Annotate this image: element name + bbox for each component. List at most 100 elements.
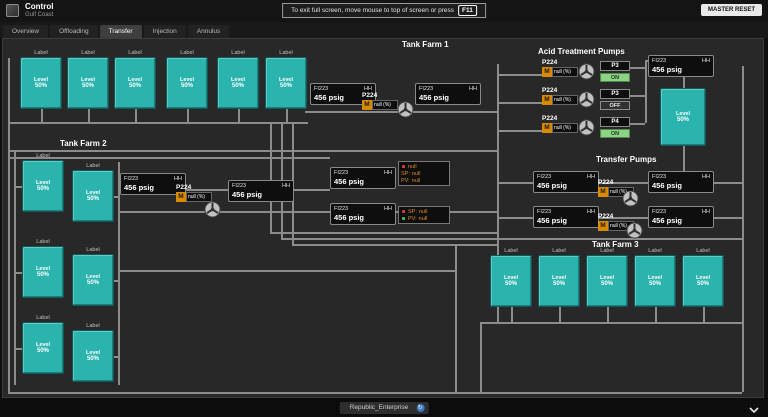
tank-body[interactable]: Level50% [265, 57, 307, 109]
tab-offloading[interactable]: Offloading [50, 25, 98, 38]
tank-body[interactable]: Level50% [67, 57, 109, 109]
tank-body[interactable]: Level50% [660, 88, 706, 146]
tank-body[interactable]: Level50% [217, 57, 259, 109]
pump-icon[interactable] [622, 190, 639, 207]
tank-body[interactable]: Level50% [22, 246, 64, 298]
pressure-indicator-tp2-left[interactable]: FI223 HH 456 psig [533, 206, 599, 228]
tank-body[interactable]: Level50% [166, 57, 208, 109]
pressure-indicator-top-right[interactable]: FI223 HH 456 psig [648, 55, 714, 77]
tab-transfer[interactable]: Transfer [100, 25, 142, 38]
indicator-value: 456 psig [334, 177, 364, 186]
pump-icon[interactable] [626, 222, 643, 239]
f11-key-badge: F11 [458, 5, 477, 16]
indicator-tag: FI223 [537, 209, 551, 215]
pipe [630, 67, 645, 69]
pump-mode-badge[interactable]: M [362, 100, 372, 110]
pump-mode-badge[interactable]: M [542, 67, 552, 77]
route-selector-acid-3[interactable]: P4 [600, 117, 630, 127]
tank-label: Label [20, 50, 62, 57]
pump-readout[interactable]: null (%) [552, 67, 578, 77]
alarm-square-icon [401, 164, 406, 169]
tank-body[interactable]: Level50% [72, 330, 114, 382]
tab-annulus[interactable]: Annulus [188, 25, 230, 38]
pipe [8, 392, 742, 394]
tank-body[interactable]: Level50% [22, 322, 64, 374]
chevron-down-icon[interactable] [748, 402, 760, 417]
tank-body[interactable]: Level50% [22, 160, 64, 212]
pressure-indicator-tp1-right[interactable]: FI223 HH 456 psig [648, 171, 714, 193]
pump-mode-badge[interactable]: M [598, 187, 608, 197]
pump-mode-badge[interactable]: M [542, 95, 552, 105]
setpoint-box-b[interactable]: SP:null PV:null [398, 206, 450, 224]
tank-label: Label [265, 50, 307, 57]
pipe [8, 150, 497, 152]
tank-level-pct: 50% [87, 196, 99, 202]
tank-body[interactable]: Level50% [586, 255, 628, 307]
status-indicator-acid-2[interactable]: OFF [600, 101, 630, 110]
tank-body[interactable]: Level50% [538, 255, 580, 307]
section-title-tank-farm-3: Tank Farm 3 [592, 240, 639, 249]
pump-icon[interactable] [204, 201, 221, 218]
tank-level-pct: 50% [35, 83, 47, 89]
tab-overview[interactable]: Overview [3, 25, 48, 38]
tank-acid-supply: Level50% [660, 88, 706, 146]
pipe [742, 66, 744, 392]
alarm-flag: HH [384, 170, 392, 176]
indicator-value: 456 psig [124, 183, 154, 192]
pump-readout[interactable]: null (%) [552, 95, 578, 105]
tank-label: Label [634, 248, 676, 255]
status-indicator-acid-1[interactable]: ON [600, 73, 630, 82]
setpoint-box-a[interactable]: null SP:null PV:null [398, 161, 450, 186]
tank-body[interactable]: Level50% [72, 254, 114, 306]
pipe [8, 122, 308, 124]
pump-unit-tf1: P224 Mnull (%) [362, 92, 398, 110]
tank-farm3-2: Label Level50% [538, 248, 580, 307]
master-reset-button[interactable]: MASTER RESET [701, 4, 762, 16]
pump-mode-badge[interactable]: M [598, 221, 608, 231]
pipe [645, 60, 647, 123]
pump-readout[interactable]: null (%) [372, 100, 398, 110]
pump-icon[interactable] [578, 119, 595, 136]
pump-tag: P224 [598, 179, 634, 186]
pipe [41, 109, 43, 122]
pump-icon[interactable] [397, 101, 414, 118]
tank-farm1-3: Label Level50% [114, 50, 156, 109]
pressure-indicator-tf1-b[interactable]: FI223 HH 456 psig [415, 83, 481, 105]
pressure-indicator-mid-center-a[interactable]: FI223 HH 456 psig [330, 167, 396, 189]
pipe [703, 307, 705, 322]
pump-mode-badge[interactable]: M [542, 123, 552, 133]
indicator-value: 456 psig [232, 190, 262, 199]
tank-body[interactable]: Level50% [634, 255, 676, 307]
tank-body[interactable]: Level50% [114, 57, 156, 109]
route-selector-acid-1[interactable]: P3 [600, 61, 630, 71]
indicator-tag: FI223 [314, 86, 328, 92]
pump-readout[interactable]: null (%) [552, 123, 578, 133]
pressure-indicator-tp1-left[interactable]: FI223 HH 456 psig [533, 171, 599, 193]
tank-body[interactable]: Level50% [682, 255, 724, 307]
tank-body[interactable]: Level50% [20, 57, 62, 109]
tank-level-pct: 50% [37, 272, 49, 278]
pump-icon[interactable] [578, 63, 595, 80]
tank-level-pct: 50% [697, 281, 709, 287]
tank-label: Label [490, 248, 532, 255]
tank-level-pct: 50% [129, 83, 141, 89]
pressure-indicator-mid-left-b[interactable]: FI223 HH 456 psig [228, 180, 294, 202]
pump-unit-tf2: P224 Mnull (%) [176, 184, 212, 202]
pressure-indicator-mid-center-b[interactable]: FI223 HH 456 psig [330, 203, 396, 225]
route-selector-acid-2[interactable]: P3 [600, 89, 630, 99]
tank-level-pct: 50% [87, 280, 99, 286]
tank-farm3-4: Label Level50% [634, 248, 676, 307]
refresh-icon[interactable]: ↻ [416, 404, 424, 412]
status-indicator-acid-3[interactable]: ON [600, 129, 630, 138]
pressure-indicator-tp2-right[interactable]: FI223 HH 456 psig [648, 206, 714, 228]
project-selector[interactable]: Republic_Enterprise ↻ [340, 402, 429, 414]
indicator-tag: FI223 [652, 58, 666, 64]
pump-mode-badge[interactable]: M [176, 192, 186, 202]
pipe [455, 244, 457, 392]
pump-icon[interactable] [578, 91, 595, 108]
alarm-square-icon [401, 209, 406, 214]
tank-body[interactable]: Level50% [490, 255, 532, 307]
pipe [480, 322, 742, 324]
tab-injection[interactable]: Injection [144, 25, 186, 38]
tank-body[interactable]: Level50% [72, 170, 114, 222]
